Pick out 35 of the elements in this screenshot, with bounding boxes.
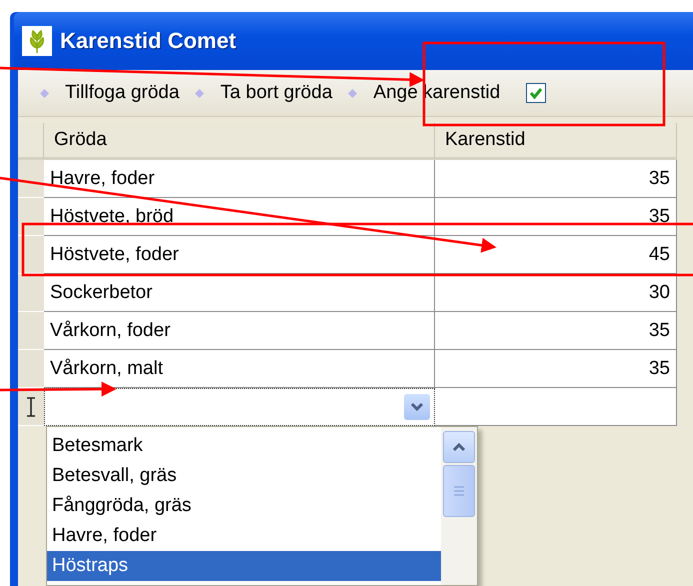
table-cell: 35	[435, 198, 677, 236]
list-item[interactable]: Betesvall, gräs	[47, 461, 441, 491]
table-cell: 35	[435, 312, 677, 350]
table-cell[interactable]	[435, 388, 677, 426]
table-cell: 35	[435, 350, 677, 388]
diamond-icon	[40, 88, 49, 98]
text-cursor-icon	[26, 396, 36, 416]
window-title: Karenstid Comet	[60, 28, 236, 54]
grip-icon	[453, 486, 465, 496]
chevron-up-icon	[452, 442, 466, 452]
table-cell: Havre, foder	[44, 160, 435, 198]
diamond-icon	[348, 88, 358, 98]
list-item[interactable]: Höstraps	[47, 551, 441, 581]
table-cell: 30	[435, 274, 677, 312]
diamond-icon	[195, 88, 204, 98]
toolbar-button[interactable]: Tillfoga gröda	[63, 78, 182, 108]
list-item[interactable]: Havre, foder	[47, 521, 441, 551]
list-item[interactable]: Betesmark	[47, 431, 441, 461]
table-cell: 45	[435, 236, 677, 274]
checkbox-label[interactable]: Ange karenstid	[371, 78, 502, 108]
scroll-thumb[interactable]	[443, 465, 475, 517]
table-cell: Sockerbetor	[44, 274, 435, 312]
row-header[interactable]	[18, 388, 44, 426]
toolbar-button[interactable]: Ta bort gröda	[218, 78, 334, 108]
table-cell: Höstvete, foder	[44, 236, 435, 274]
column-header[interactable]: Gröda	[44, 123, 435, 160]
table-cell: 35	[435, 160, 677, 198]
crop-dropdown[interactable]	[44, 388, 435, 426]
table-cell: Vårkorn, foder	[44, 312, 435, 350]
list-item[interactable]: Fånggröda, gräs	[47, 491, 441, 521]
column-header[interactable]: Karenstid	[435, 123, 677, 160]
chevron-down-icon	[410, 402, 424, 412]
table-cell: Vårkorn, malt	[44, 350, 435, 388]
scroll-up-button[interactable]	[443, 431, 475, 463]
checkbox[interactable]	[526, 83, 546, 103]
